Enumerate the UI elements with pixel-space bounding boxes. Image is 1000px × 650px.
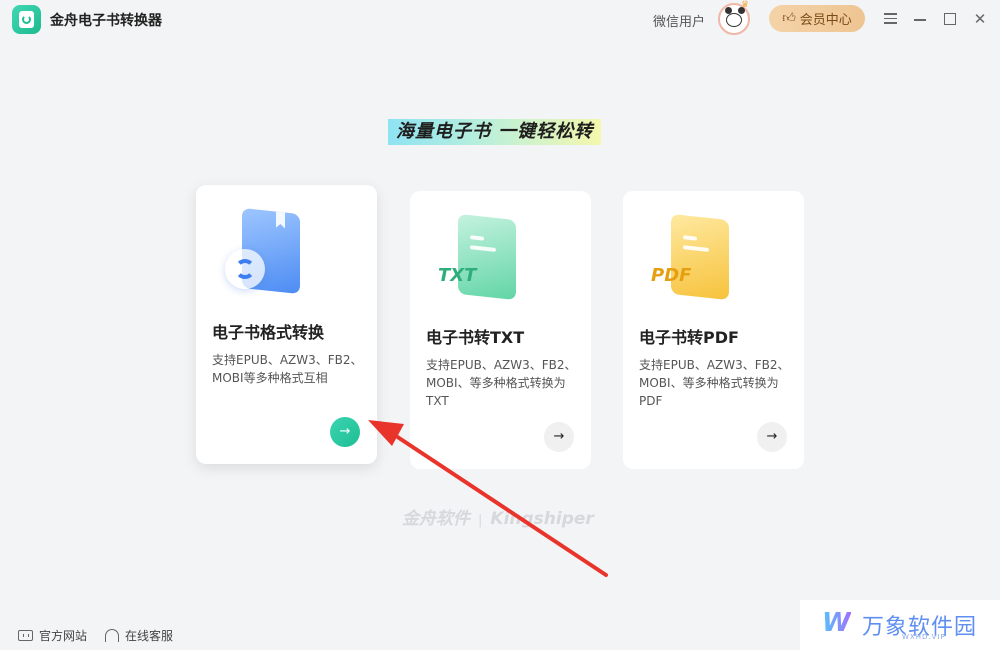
watermark-sub: WXHD.VIP [902,633,946,641]
site-watermark: W 万象软件园 WXHD.VIP [800,600,1000,650]
monitor-icon [18,630,33,641]
online-service-label: 在线客服 [125,627,173,644]
official-site-label: 官方网站 [39,627,87,644]
online-service-link[interactable]: 在线客服 [105,627,173,644]
annotation-arrow [0,0,1000,650]
official-site-link[interactable]: 官方网站 [18,627,87,644]
headset-icon [105,629,119,642]
watermark-logo: W [822,608,851,638]
